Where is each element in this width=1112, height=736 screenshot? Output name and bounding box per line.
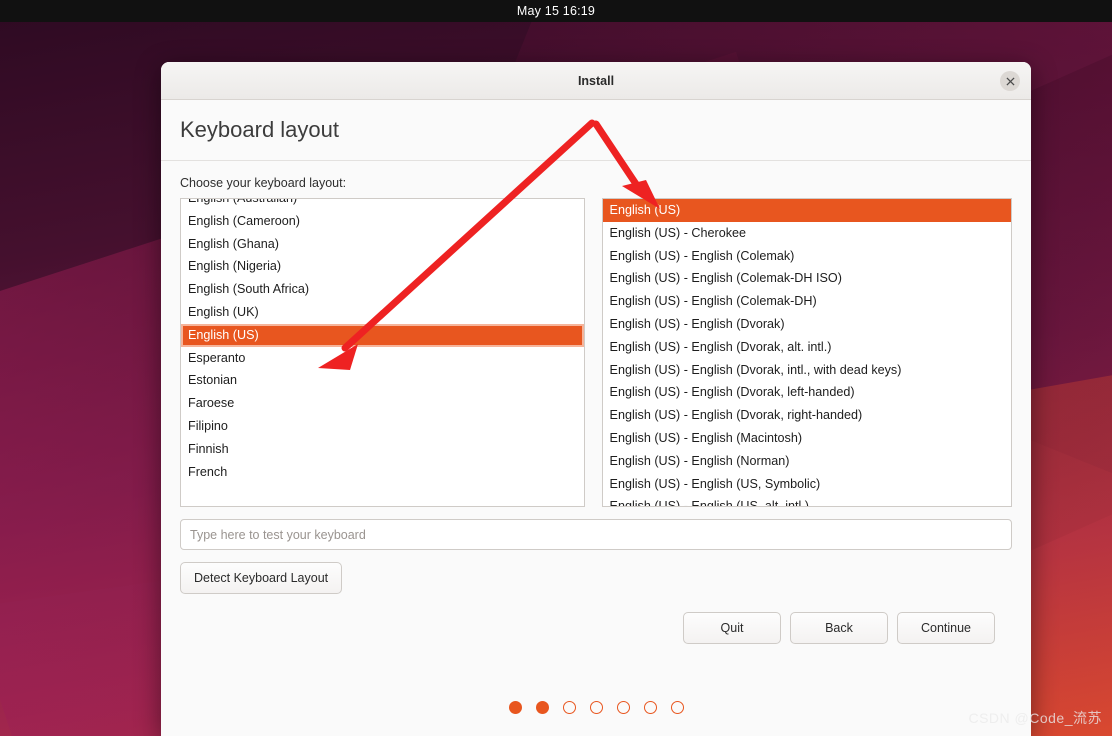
choose-layout-label: Choose your keyboard layout:: [180, 176, 347, 190]
navigation-buttons: Quit Back Continue: [180, 612, 1012, 644]
list-item[interactable]: English (US): [602, 199, 1011, 222]
keyboard-variant-list[interactable]: English (US) English (US) - Cherokee Engli…: [601, 198, 1012, 507]
list-item[interactable]: English (US) - English (Colemak-DH): [603, 290, 1011, 313]
list-item[interactable]: English (US) - English (Colemak): [603, 245, 1011, 268]
list-item[interactable]: English (Nigeria): [181, 255, 584, 278]
keyboard-lists-row: English (Australian) English (Cameroon) En…: [180, 198, 1012, 507]
progress-dot: [643, 701, 657, 714]
list-item[interactable]: English (South Africa): [181, 278, 584, 301]
continue-button[interactable]: Continue: [897, 612, 995, 644]
list-item[interactable]: English (Ghana): [181, 233, 584, 256]
list-item[interactable]: Esperanto: [181, 347, 584, 370]
list-item[interactable]: English (US) - English (Dvorak, left-han…: [603, 381, 1011, 404]
list-item[interactable]: English (US) - English (Dvorak, right-ha…: [603, 404, 1011, 427]
progress-dot: [589, 701, 603, 714]
gnome-top-bar: May 15 16:19: [0, 0, 1112, 22]
close-icon[interactable]: [1000, 71, 1020, 91]
list-item[interactable]: English (US) - English (Dvorak, intl., w…: [603, 359, 1011, 382]
back-button[interactable]: Back: [790, 612, 888, 644]
page-header: Keyboard layout: [161, 100, 1031, 161]
list-item[interactable]: English (US) - English (Dvorak, alt. int…: [603, 336, 1011, 359]
list-item[interactable]: Estonian: [181, 369, 584, 392]
page-title: Keyboard layout: [180, 117, 339, 142]
window-title: Install: [577, 73, 615, 88]
list-item[interactable]: English (US) - English (Dvorak): [603, 313, 1011, 336]
list-item[interactable]: English (US) - Cherokee: [603, 222, 1011, 245]
variant-list-inner: English (US) English (US) - Cherokee Engli…: [602, 199, 1011, 506]
progress-dot: [616, 701, 630, 714]
list-item[interactable]: Finnish: [181, 438, 584, 461]
list-item[interactable]: English (US) - English (Colemak-DH ISO): [603, 267, 1011, 290]
list-item[interactable]: English (US) - English (Norman): [603, 450, 1011, 473]
progress-dot: [562, 701, 576, 714]
list-item[interactable]: English (US) - English (Macintosh): [603, 427, 1011, 450]
list-item[interactable]: English (US) - English (US, alt. intl.): [603, 495, 1011, 506]
list-item[interactable]: French: [181, 461, 584, 484]
list-item[interactable]: Filipino: [181, 415, 584, 438]
progress-dot: [508, 701, 522, 714]
window-titlebar: Install: [161, 62, 1031, 100]
installer-window: Install Keyboard layout Choose your keyb…: [161, 62, 1031, 736]
progress-dot: [535, 701, 549, 714]
progress-dots: [161, 701, 1031, 714]
watermark: CSDN @Code_流苏: [968, 710, 1102, 726]
list-item[interactable]: English (US) - English (US, Symbolic): [603, 473, 1011, 496]
list-item[interactable]: English (US): [181, 323, 584, 347]
list-item[interactable]: English (UK): [181, 301, 584, 324]
list-item[interactable]: Faroese: [181, 392, 584, 415]
language-list-inner: English (Australian) English (Cameroon) En…: [181, 199, 584, 484]
keyboard-language-list[interactable]: English (Australian) English (Cameroon) En…: [180, 198, 585, 507]
list-item[interactable]: English (Cameroon): [181, 210, 584, 233]
list-item[interactable]: English (Australian): [181, 199, 584, 210]
keyboard-test-input[interactable]: [180, 519, 1012, 550]
progress-dot: [670, 701, 684, 714]
page-content: Choose your keyboard layout: English (Au…: [161, 176, 1031, 644]
desktop-screen: May 15 16:19 Install Keyboard layout Cho…: [0, 0, 1112, 736]
quit-button[interactable]: Quit: [683, 612, 781, 644]
detect-keyboard-layout-button[interactable]: Detect Keyboard Layout: [180, 562, 343, 594]
close-glyph: [1005, 76, 1015, 86]
clock[interactable]: May 15 16:19: [517, 4, 595, 18]
